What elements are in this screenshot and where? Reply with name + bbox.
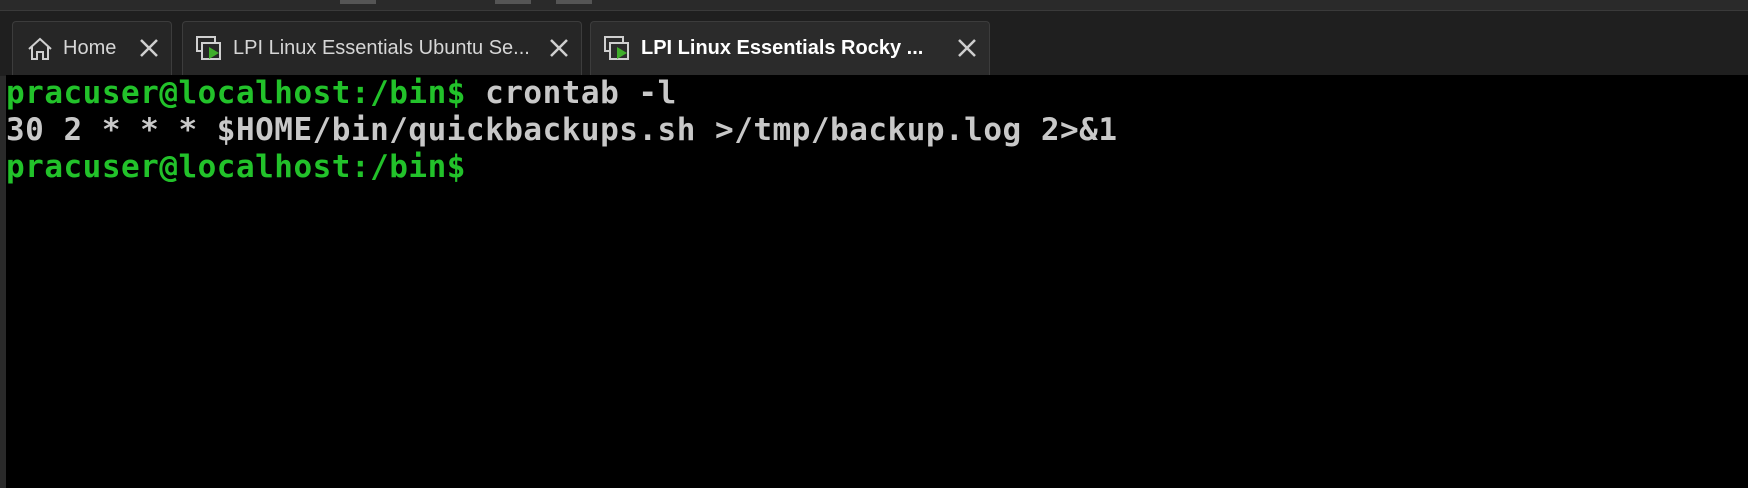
shell-prompt: pracuser@localhost:/bin$ xyxy=(6,75,466,111)
close-icon[interactable] xyxy=(545,34,573,62)
toolbar-marker xyxy=(340,0,376,4)
close-icon[interactable] xyxy=(135,34,163,62)
output-text: 30 2 * * * $HOME/bin/quickbackups.sh >/t… xyxy=(6,112,1118,148)
window-top-strip xyxy=(0,0,1748,10)
close-icon[interactable] xyxy=(953,34,981,62)
toolbar-marker xyxy=(556,0,592,4)
vm-console-icon xyxy=(603,34,633,64)
terminal-line: 30 2 * * * $HOME/bin/quickbackups.sh >/t… xyxy=(6,112,1748,149)
terminal-line: pracuser@localhost:/bin$ crontab -l xyxy=(6,75,1748,112)
tab-bar: Home LPI Linux Essentials Ubuntu Se... L… xyxy=(0,10,1748,76)
tab-ubuntu-console[interactable]: LPI Linux Essentials Ubuntu Se... xyxy=(182,21,582,75)
terminal-line: pracuser@localhost:/bin$ xyxy=(6,149,1748,186)
tab-label: LPI Linux Essentials Ubuntu Se... xyxy=(233,37,530,59)
shell-prompt: pracuser@localhost:/bin$ xyxy=(6,149,466,185)
tab-label: LPI Linux Essentials Rocky ... xyxy=(641,37,924,59)
tab-home[interactable]: Home xyxy=(12,21,172,75)
toolbar-marker xyxy=(495,0,531,4)
tab-rocky-console[interactable]: LPI Linux Essentials Rocky ... xyxy=(590,21,990,75)
home-icon xyxy=(25,34,55,64)
command-text: crontab -l xyxy=(465,75,677,111)
terminal-console[interactable]: pracuser@localhost:/bin$ crontab -l 30 2… xyxy=(6,75,1748,488)
vm-console-icon xyxy=(195,34,225,64)
tab-label: Home xyxy=(63,37,117,59)
